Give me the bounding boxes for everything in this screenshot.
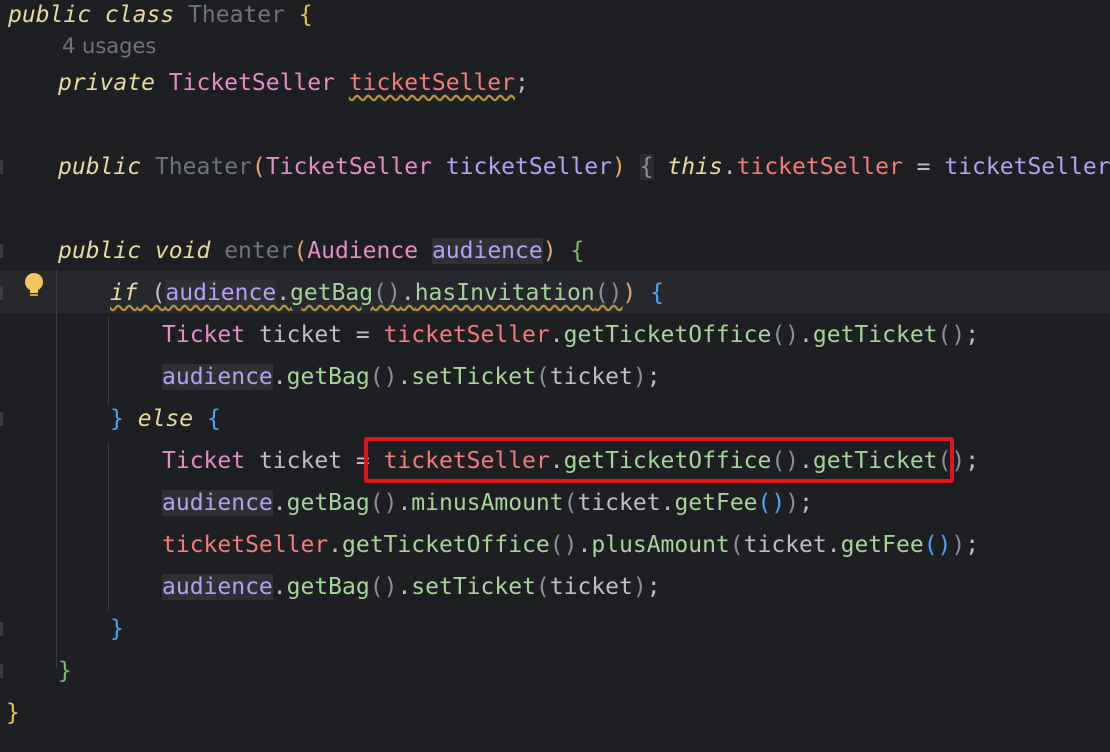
- code-line-10: audience.getBag().setTicket(ticket);: [162, 364, 661, 390]
- code-line-18: }: [6, 700, 20, 726]
- lightbulb-icon[interactable]: [24, 272, 44, 300]
- fold-marker[interactable]: [0, 160, 3, 174]
- code-line-15: audience.getBag().setTicket(ticket);: [162, 574, 661, 600]
- fold-marker[interactable]: [0, 286, 3, 300]
- code-line-1: public class Theater {: [8, 0, 313, 36]
- indent-guide: [56, 270, 57, 668]
- indent-guide: [108, 442, 109, 610]
- code-line-3: private TicketSeller ticketSeller;: [58, 70, 529, 96]
- field-ticketSeller[interactable]: ticketSeller: [349, 70, 515, 96]
- code-line-17: }: [58, 658, 72, 684]
- class-name: Theater: [188, 2, 285, 28]
- code-line-5: public Theater(TicketSeller ticketSeller…: [58, 154, 1110, 180]
- usages-hint[interactable]: 4 usages: [62, 25, 156, 67]
- code-line-11: } else {: [110, 406, 221, 432]
- indent-guide: [108, 316, 109, 406]
- code-line-16: }: [110, 616, 124, 642]
- brace: {: [298, 2, 313, 28]
- code-line-13: audience.getBag().minusAmount(ticket.get…: [162, 490, 813, 516]
- code-line-9: Ticket ticket = ticketSeller.getTicketOf…: [162, 322, 980, 348]
- code-editor[interactable]: public class Theater { 4 usages private …: [0, 0, 1110, 752]
- code-line-7: public void enter(Audience audience) {: [58, 238, 585, 264]
- code-line-8: if (audience.getBag().hasInvitation()) {: [110, 280, 664, 306]
- fold-marker[interactable]: [0, 622, 3, 636]
- code-line-14: ticketSeller.getTicketOffice().plusAmoun…: [162, 532, 980, 558]
- fold-marker[interactable]: [0, 412, 3, 426]
- fold-marker[interactable]: [0, 244, 3, 258]
- highlight-annotation-box: [364, 437, 954, 483]
- fold-marker[interactable]: [0, 664, 3, 678]
